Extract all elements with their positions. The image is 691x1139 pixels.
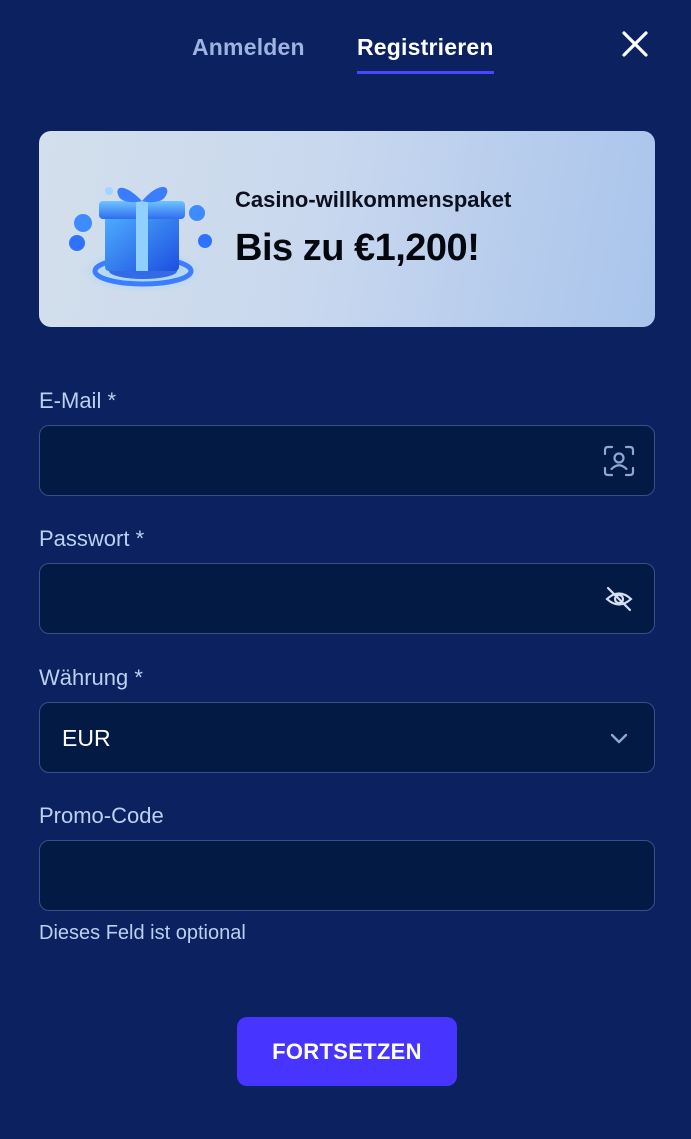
close-icon[interactable] — [619, 28, 651, 60]
promo-code-field[interactable] — [40, 841, 580, 910]
gift-box-icon — [65, 163, 215, 303]
chevron-down-icon[interactable] — [602, 721, 636, 755]
tab-register[interactable]: Registrieren — [357, 34, 494, 74]
currency-label: Währung * — [39, 665, 143, 690]
face-id-user-icon[interactable] — [602, 444, 636, 478]
tab-login[interactable]: Anmelden — [192, 34, 305, 71]
registration-modal: Anmelden Registrieren Casino-willkommens… — [0, 0, 691, 1139]
currency-select-value: EUR — [62, 725, 111, 751]
email-field[interactable] — [40, 426, 580, 495]
email-field-container — [39, 425, 655, 496]
promo-code-label: Promo-Code — [39, 803, 164, 828]
banner-title: Bis zu €1,200! — [235, 227, 480, 269]
password-field-container — [39, 563, 655, 634]
promo-code-field-container — [39, 840, 655, 911]
password-label: Passwort * — [39, 526, 145, 551]
auth-tabs: Anmelden Registrieren — [0, 30, 691, 80]
continue-button[interactable]: FORTSETZEN — [237, 1017, 457, 1086]
password-field[interactable] — [40, 564, 580, 633]
promo-code-hint: Dieses Feld ist optional — [39, 922, 246, 944]
currency-select[interactable]: EUR — [39, 702, 655, 773]
welcome-bonus-banner[interactable]: Casino-willkommenspaket Bis zu €1,200! — [39, 131, 655, 327]
email-label: E-Mail * — [39, 388, 117, 413]
eye-off-icon[interactable] — [602, 582, 636, 616]
banner-subtitle: Casino-willkommenspaket — [235, 187, 512, 212]
